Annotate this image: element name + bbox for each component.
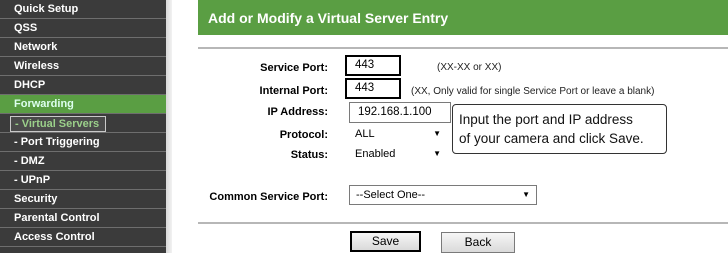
chevron-down-icon: ▼ <box>433 149 441 158</box>
common-service-port-value: --Select One-- <box>356 189 426 201</box>
sidebar-item-virtual-servers[interactable]: - Virtual Servers <box>0 114 166 133</box>
sidebar-item-security[interactable]: Security <box>0 190 166 209</box>
divider-bottom <box>198 222 728 224</box>
page-title: Add or Modify a Virtual Server Entry <box>208 10 449 26</box>
status-label: Status: <box>290 149 328 161</box>
internal-port-input[interactable]: 443 <box>345 78 401 99</box>
page-header: Add or Modify a Virtual Server Entry <box>198 0 728 35</box>
protocol-label: Protocol: <box>279 129 328 141</box>
service-port-input[interactable]: 443 <box>345 55 401 76</box>
sidebar: Quick Setup QSS Network Wireless DHCP Fo… <box>0 0 166 253</box>
sidebar-item-dhcp[interactable]: DHCP <box>0 76 166 95</box>
common-service-port-select[interactable]: --Select One-- ▼ <box>349 185 537 205</box>
callout-line-2: of your camera and click Save. <box>459 131 644 146</box>
back-button[interactable]: Back <box>441 232 515 253</box>
sidebar-item-port-triggering[interactable]: - Port Triggering <box>0 133 166 152</box>
protocol-select[interactable]: ALL ▼ <box>349 125 447 143</box>
sidebar-item-access-control[interactable]: Access Control <box>0 228 166 247</box>
sidebar-item-network[interactable]: Network <box>0 38 166 57</box>
protocol-select-value: ALL <box>355 128 375 140</box>
sidebar-item-parental-control[interactable]: Parental Control <box>0 209 166 228</box>
instruction-callout: Input the port and IP address of your ca… <box>452 104 667 154</box>
sidebar-item-forwarding[interactable]: Forwarding <box>0 95 166 114</box>
callout-line-1: Input the port and IP address <box>459 112 633 127</box>
chevron-down-icon: ▼ <box>522 190 530 199</box>
ip-address-input[interactable]: 192.168.1.100 <box>349 102 451 123</box>
common-service-port-label: Common Service Port: <box>209 191 328 203</box>
save-button[interactable]: Save <box>350 231 421 252</box>
sidebar-item-dmz[interactable]: - DMZ <box>0 152 166 171</box>
chevron-down-icon: ▼ <box>433 129 441 138</box>
service-port-hint: (XX-XX or XX) <box>437 62 502 73</box>
internal-port-label: Internal Port: <box>259 85 328 97</box>
sidebar-edge <box>166 0 172 253</box>
status-select-value: Enabled <box>355 148 396 160</box>
sidebar-item-wireless[interactable]: Wireless <box>0 57 166 76</box>
ip-address-label: IP Address: <box>267 106 328 118</box>
service-port-label: Service Port: <box>260 62 328 74</box>
sidebar-item-virtual-servers-label: - Virtual Servers <box>10 116 107 132</box>
status-select[interactable]: Enabled ▼ <box>349 145 447 163</box>
divider-top <box>198 47 728 49</box>
sidebar-item-quick-setup[interactable]: Quick Setup <box>0 0 166 19</box>
sidebar-item-qss[interactable]: QSS <box>0 19 166 38</box>
sidebar-item-upnp[interactable]: - UPnP <box>0 171 166 190</box>
internal-port-hint: (XX, Only valid for single Service Port … <box>411 86 655 97</box>
